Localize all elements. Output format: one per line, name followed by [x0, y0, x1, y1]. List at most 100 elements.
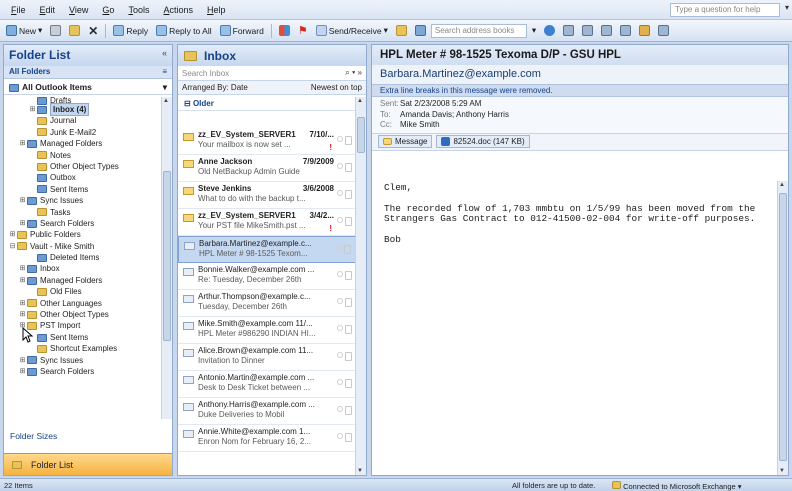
chevron-down-icon[interactable]: ▾ [38, 25, 42, 36]
toolbar-extra-4[interactable] [617, 22, 634, 40]
arranged-by-label[interactable]: Arranged By: Date [182, 83, 248, 92]
message-row[interactable]: Barbara.Martinez@example.c... HPL Meter #… [178, 236, 356, 263]
folder-tree-item[interactable]: ⊞ Search Folders [4, 218, 162, 229]
category-icon[interactable] [337, 352, 343, 358]
toolbar-extra-2[interactable] [579, 22, 596, 40]
category-icon[interactable] [337, 271, 343, 277]
folder-tree-item[interactable]: ⊞ Other Object Types [4, 309, 162, 320]
expand-toggle-icon[interactable]: ⊞ [28, 104, 37, 115]
scroll-down-icon[interactable]: ▼ [779, 468, 785, 474]
help-search-input[interactable]: Type a question for help [670, 3, 780, 17]
folder-tree-item[interactable]: Junk E-Mail2 [4, 127, 162, 138]
category-icon[interactable] [337, 433, 343, 439]
expand-toggle-icon[interactable]: ⊞ [18, 309, 27, 320]
new-button[interactable]: New ▾ [3, 22, 45, 40]
folder-list-nav-button[interactable]: Folder List [4, 453, 172, 475]
cc-value[interactable]: Mike Smith [400, 120, 440, 129]
menu-view[interactable]: View [62, 5, 95, 15]
collapse-pane-icon[interactable]: « [162, 48, 167, 63]
folder-tree-item[interactable]: Journal [4, 115, 162, 126]
expand-toggle-icon[interactable]: ⊞ [18, 218, 27, 229]
expand-toggle-icon[interactable]: ⊟ [8, 241, 17, 252]
follow-up-flag-icon[interactable] [344, 245, 351, 254]
category-icon[interactable] [337, 136, 343, 142]
follow-up-flag-icon[interactable] [345, 136, 352, 145]
folder-tree-item[interactable]: ⊞ Managed Folders [4, 138, 162, 149]
menu-actions[interactable]: Actions [156, 5, 200, 15]
reading-pane-scrollbar[interactable]: ▲ ▼ [777, 181, 788, 475]
folder-tree-item[interactable]: Deleted Items [4, 252, 162, 263]
follow-up-flag-icon[interactable] [345, 352, 352, 361]
expand-toggle-icon[interactable]: ⊞ [18, 138, 27, 149]
category-icon[interactable] [337, 298, 343, 304]
reply-button[interactable]: Reply [110, 22, 151, 40]
follow-up-flag-icon[interactable] [345, 325, 352, 334]
status-connection[interactable]: Connected to Microsoft Exchange ▾ [612, 481, 742, 491]
folder-tree-item[interactable]: Outbox [4, 172, 162, 183]
infobar[interactable]: Extra line breaks in this message were r… [372, 84, 788, 97]
address-book-button[interactable] [412, 22, 429, 40]
scroll-up-icon[interactable]: ▲ [163, 98, 169, 104]
category-icon[interactable] [337, 190, 343, 196]
category-icon[interactable] [337, 163, 343, 169]
expand-toggle-icon[interactable]: ⊞ [18, 275, 27, 286]
search-address-books-input[interactable]: Search address books [430, 23, 527, 38]
message-row[interactable]: Annie.White@example.com 1... Enron Nom fo… [178, 425, 356, 452]
toolbar-extra-3[interactable] [598, 22, 615, 40]
folder-sizes-link[interactable]: Folder Sizes [10, 431, 57, 441]
category-icon[interactable] [336, 245, 342, 251]
folder-tree-item[interactable]: ⊞ Managed Folders [4, 275, 162, 286]
message-body[interactable]: Clem, The recorded flow of 1,703 mmbtu o… [372, 182, 776, 255]
group-header-older[interactable]: ⊟ Older [178, 95, 366, 111]
chevron-down-icon[interactable]: ▾ [163, 82, 167, 92]
sort-order-label[interactable]: Newest on top [311, 83, 362, 92]
folder-tree-scroll-thumb[interactable] [163, 171, 171, 341]
all-outlook-items-selector[interactable]: All Outlook Items ▾ [4, 79, 172, 95]
folder-tree-item[interactable]: ⊞ Public Folders [4, 229, 162, 240]
forward-button[interactable]: Forward [217, 22, 267, 40]
expand-toggle-icon[interactable]: ⊞ [18, 298, 27, 309]
reading-pane-scroll-thumb[interactable] [779, 193, 787, 461]
inbox-search-input[interactable]: Search Inbox ⌕ ▾ » [178, 66, 366, 81]
expand-toggle-icon[interactable]: ⊞ [18, 195, 27, 206]
chevron-down-icon[interactable]: ▾ [384, 25, 388, 36]
expand-toggle-icon[interactable]: ⊞ [8, 229, 17, 240]
category-icon[interactable] [337, 217, 343, 223]
folder-tree-item[interactable]: ⊞ Search Folders [4, 366, 162, 377]
folder-button[interactable] [393, 22, 410, 40]
folder-tree-item[interactable]: ⊞ Inbox [4, 263, 162, 274]
scroll-up-icon[interactable]: ▲ [779, 182, 785, 188]
folder-tree-item[interactable]: ⊞ Inbox (4) [4, 103, 162, 117]
search-icon[interactable]: ⌕ ▾ » [345, 68, 362, 78]
follow-up-flag-icon[interactable] [345, 298, 352, 307]
folder-tree-item[interactable]: ⊟ Vault - Mike Smith [4, 241, 162, 252]
folder-tree-item[interactable]: ⊞ Sync Issues [4, 355, 162, 366]
arrange-bar[interactable]: Arranged By: Date Newest on top [178, 81, 366, 95]
toolbar-extra-1[interactable] [560, 22, 577, 40]
folder-tree-item[interactable]: ⊞ Sync Issues [4, 195, 162, 206]
follow-up-flag-icon[interactable] [345, 379, 352, 388]
scroll-up-icon[interactable]: ▲ [357, 98, 363, 104]
to-value[interactable]: Amanda Davis; Anthony Harris [400, 110, 509, 119]
category-icon[interactable] [337, 325, 343, 331]
follow-up-button[interactable]: ⚑ [295, 22, 311, 40]
category-icon[interactable] [337, 379, 343, 385]
folder-tree-item[interactable]: Tasks [4, 207, 162, 218]
message-row[interactable]: Arthur.Thompson@example.c... Tuesday, Dec… [178, 290, 356, 317]
menu-edit[interactable]: Edit [33, 5, 63, 15]
attachment-item[interactable]: 82524.doc (147 KB) [436, 135, 530, 148]
folder-tree-item[interactable]: Notes [4, 150, 162, 161]
reply-all-button[interactable]: Reply to All [153, 22, 215, 40]
folder-tree-item[interactable]: Shortcut Examples [4, 343, 162, 354]
message-tab[interactable]: Message [378, 135, 433, 148]
scroll-down-icon[interactable]: ▼ [357, 468, 363, 474]
follow-up-flag-icon[interactable] [345, 433, 352, 442]
message-row[interactable]: Anne Jackson 7/9/2009 Old NetBackup Admin … [178, 155, 356, 182]
message-sender[interactable]: Barbara.Martinez@example.com [372, 65, 788, 84]
toolbar-extra-5[interactable] [636, 22, 653, 40]
follow-up-flag-icon[interactable] [345, 217, 352, 226]
menu-help[interactable]: Help [200, 5, 233, 15]
category-icon[interactable] [337, 406, 343, 412]
folder-tree-scrollbar[interactable]: ▲ [161, 97, 172, 419]
expand-toggle-icon[interactable]: ⊞ [18, 366, 27, 377]
